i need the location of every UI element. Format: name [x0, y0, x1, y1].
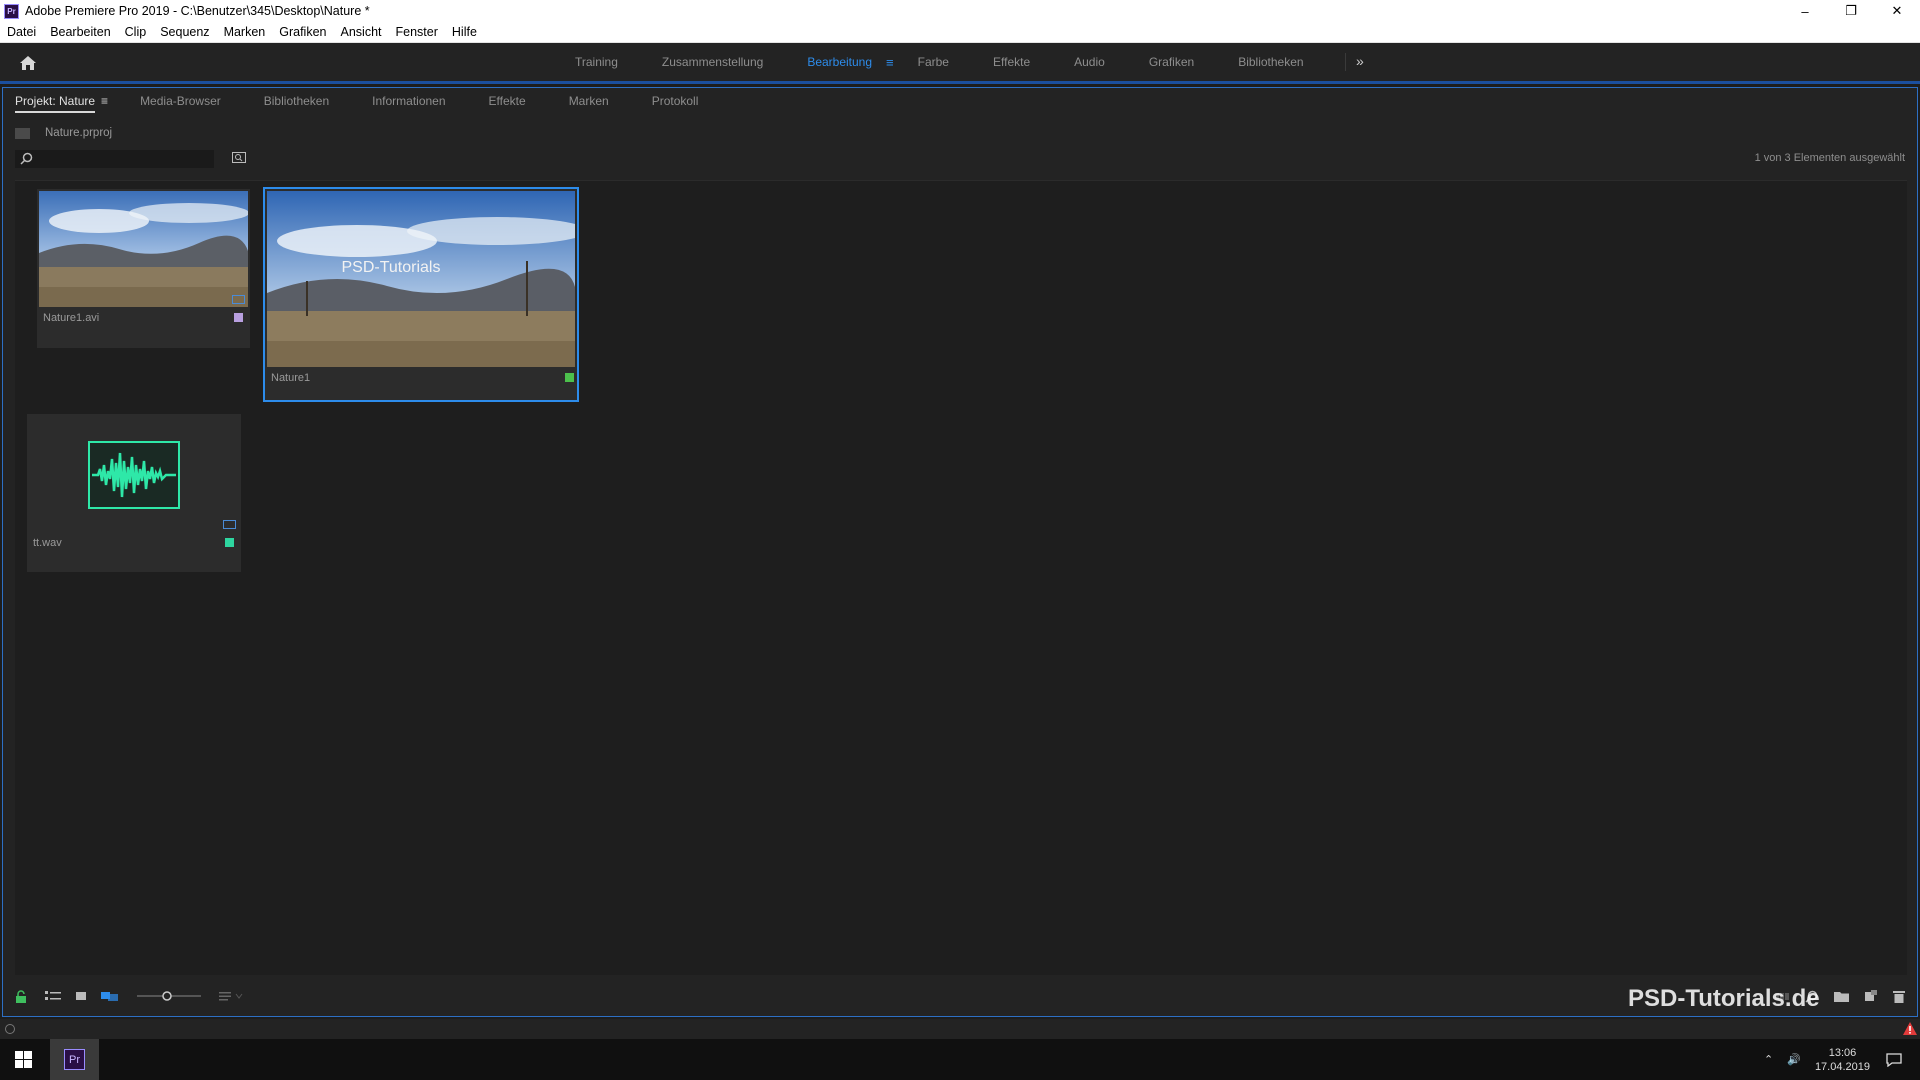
workspaces-bar: Training Zusammenstellung Bearbeitung ≡ …	[0, 43, 1920, 84]
label-color-swatch[interactable]	[565, 373, 574, 382]
project-items-grid: Nature1.avi PSD-Tutorials Nature1 tt.wav	[15, 180, 1907, 975]
tab-bibliotheken[interactable]: Bibliotheken	[1238, 55, 1303, 69]
landscape-thumbnail-image	[39, 191, 248, 307]
waveform-icon	[92, 452, 176, 498]
notification-center-icon[interactable]	[1886, 1052, 1902, 1067]
restore-button[interactable]: ❐	[1828, 0, 1874, 22]
watermark-logo: PSD-Tutorials.de	[1628, 985, 1820, 1013]
menu-grafiken[interactable]: Grafiken	[272, 25, 333, 39]
icon-view-icon[interactable]	[75, 990, 87, 1002]
label-color-swatch[interactable]	[225, 538, 234, 547]
tray-expand-icon[interactable]: ⌃	[1764, 1053, 1773, 1066]
new-bin-from-search-icon[interactable]	[232, 151, 246, 163]
audio-item[interactable]: tt.wav	[27, 414, 241, 572]
premiere-taskbar-icon: Pr	[64, 1049, 85, 1070]
home-button[interactable]	[14, 52, 42, 74]
selection-count: 1 von 3 Elementen ausgewählt	[1754, 152, 1905, 164]
tab-projekt-nature[interactable]: Projekt: Nature	[15, 94, 96, 113]
tab-informationen[interactable]: Informationen	[372, 94, 445, 108]
audio-badge-icon	[223, 520, 236, 529]
clip-item[interactable]: Nature1.avi	[37, 189, 250, 348]
system-tray: ⌃ 🔊 13:06 17.04.2019	[1764, 1039, 1920, 1080]
new-bin-icon[interactable]	[1834, 990, 1849, 1002]
clip-name: Nature1.avi	[43, 312, 100, 324]
menu-fenster[interactable]: Fenster	[389, 25, 445, 39]
project-file-row: Nature.prproj	[15, 125, 112, 141]
menu-sequenz[interactable]: Sequenz	[153, 25, 216, 39]
menu-datei[interactable]: Datei	[0, 25, 43, 39]
clock-date: 17.04.2019	[1814, 1060, 1870, 1073]
panel-tabs: Projekt: Nature ≡ Media-Browser Biblioth…	[3, 88, 1917, 114]
trash-icon[interactable]	[1893, 990, 1905, 1003]
sort-icons-icon[interactable]	[219, 990, 243, 1002]
workspace-tabs: Training Zusammenstellung Bearbeitung ≡ …	[575, 43, 1348, 81]
status-strip	[0, 1019, 1920, 1039]
audio-waveform-thumbnail	[88, 441, 180, 509]
panel-menu-icon[interactable]: ≡	[101, 94, 108, 108]
tab-bibliotheken-panel[interactable]: Bibliotheken	[264, 94, 329, 108]
project-panel: Projekt: Nature ≡ Media-Browser Biblioth…	[2, 87, 1918, 1017]
tab-protokoll[interactable]: Protokoll	[652, 94, 699, 108]
tab-effekte[interactable]: Effekte	[993, 55, 1030, 69]
clock-time: 13:06	[1828, 1046, 1857, 1059]
menu-clip[interactable]: Clip	[118, 25, 154, 39]
freeform-view-icon[interactable]	[101, 990, 119, 1002]
zoom-slider[interactable]	[137, 990, 201, 1002]
menu-hilfe[interactable]: Hilfe	[445, 25, 484, 39]
project-folder-icon	[15, 127, 30, 139]
title-bar: Pr Adobe Premiere Pro 2019 - C:\Benutzer…	[0, 0, 1920, 22]
tab-farbe[interactable]: Farbe	[918, 55, 949, 69]
tab-bearbeitung[interactable]: Bearbeitung	[807, 55, 872, 69]
new-item-icon[interactable]	[1865, 990, 1877, 1002]
video-audio-badge-icon	[232, 295, 245, 304]
tab-zusammenstellung[interactable]: Zusammenstellung	[662, 55, 763, 69]
menu-bearbeiten[interactable]: Bearbeiten	[43, 25, 117, 39]
taskbar: Pr ⌃ 🔊 13:06 17.04.2019	[0, 1039, 1920, 1080]
sequence-name: Nature1	[271, 372, 311, 384]
menu-ansicht[interactable]: Ansicht	[334, 25, 389, 39]
clip-thumbnail	[39, 191, 248, 307]
landscape-thumbnail-image	[267, 191, 575, 367]
tab-effekte-panel[interactable]: Effekte	[489, 94, 526, 108]
minimize-button[interactable]: –	[1782, 0, 1828, 22]
workspace-menu-icon[interactable]: ≡	[886, 55, 894, 70]
lock-icon[interactable]	[15, 989, 27, 1003]
tab-marken[interactable]: Marken	[569, 94, 609, 108]
tab-training[interactable]: Training	[575, 55, 618, 69]
status-indicator-icon	[5, 1024, 15, 1034]
audio-name: tt.wav	[33, 537, 62, 549]
label-color-swatch[interactable]	[234, 313, 243, 322]
tab-audio[interactable]: Audio	[1074, 55, 1105, 69]
windows-start-icon[interactable]	[15, 1051, 32, 1068]
premiere-app-icon: Pr	[4, 3, 19, 19]
project-file-name: Nature.prproj	[45, 127, 113, 139]
home-icon	[20, 56, 36, 70]
sequence-thumbnail: PSD-Tutorials	[267, 191, 575, 367]
close-button[interactable]: ✕	[1874, 0, 1920, 22]
search-icon	[20, 152, 33, 165]
sequence-overlay-title: PSD-Tutorials	[341, 259, 441, 276]
search-input[interactable]	[15, 150, 214, 168]
watermark-text: PSD-Tutorials.de	[1628, 985, 1820, 1012]
tab-media-browser[interactable]: Media-Browser	[140, 94, 221, 108]
taskbar-premiere-button[interactable]: Pr	[50, 1039, 99, 1080]
menu-bar: Datei Bearbeiten Clip Sequenz Marken Gra…	[0, 22, 1920, 43]
warning-icon[interactable]	[1902, 1021, 1918, 1036]
sequence-item[interactable]: PSD-Tutorials Nature1	[263, 187, 579, 402]
more-workspaces-icon[interactable]: »	[1345, 53, 1364, 71]
window-title: Adobe Premiere Pro 2019 - C:\Benutzer\34…	[25, 4, 370, 18]
volume-icon[interactable]: 🔊	[1787, 1053, 1801, 1066]
tab-grafiken[interactable]: Grafiken	[1149, 55, 1194, 69]
menu-marken[interactable]: Marken	[217, 25, 273, 39]
list-view-icon[interactable]	[45, 990, 61, 1002]
window-controls: – ❐ ✕	[1782, 0, 1920, 22]
